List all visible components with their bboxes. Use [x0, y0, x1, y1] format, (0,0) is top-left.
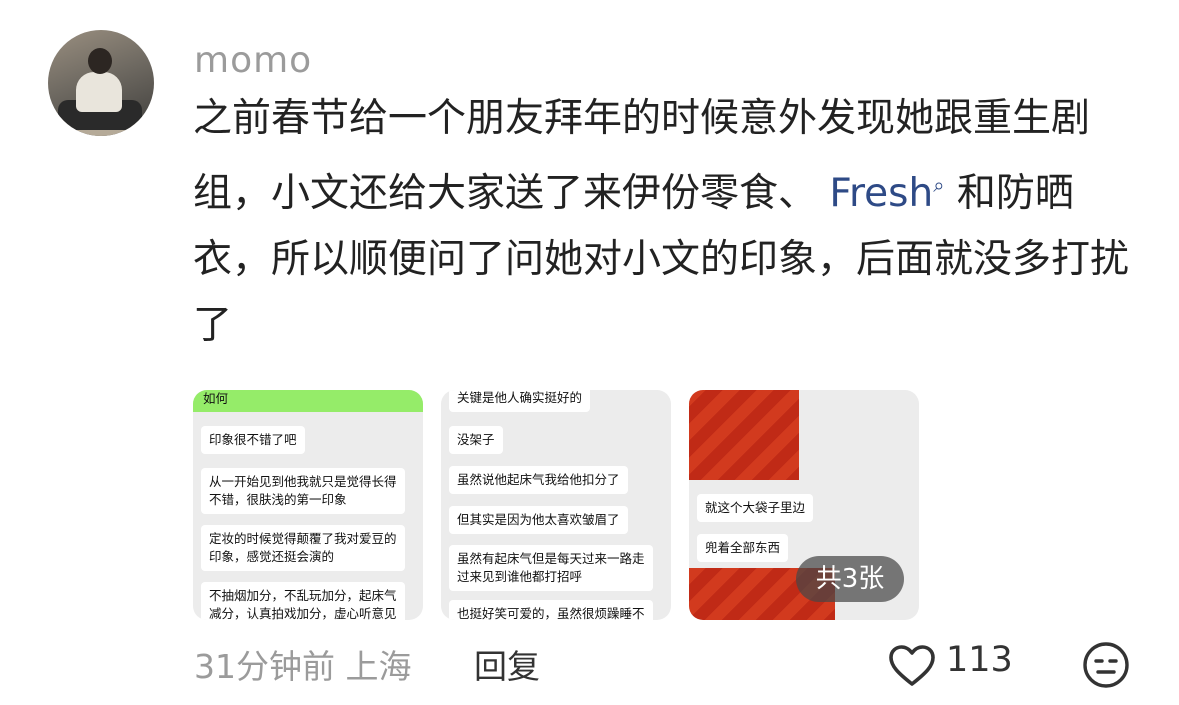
avatar-head	[88, 48, 112, 74]
chat-bubble: 虽然说他起床气我给他扣分了	[449, 466, 628, 494]
chat-bubble: 也挺好笑可爱的，虽然很烦躁睡不	[449, 600, 653, 620]
chat-bubble: 不抽烟加分，不乱玩加分，起床气 减分，认真拍戏加分，虚心听意见	[201, 582, 405, 620]
heart-outline-icon[interactable]	[888, 644, 936, 688]
chat-bubble: 但其实是因为他太喜欢皱眉了	[449, 506, 628, 534]
comment-text: 之前春节给一个朋友拜年的时候意外发现她跟重生剧组，小文还给大家送了来伊份零食、 …	[193, 86, 1143, 359]
username[interactable]: momo	[194, 40, 312, 81]
search-icon[interactable]: ⌕	[933, 173, 944, 197]
chat-bubble: 关键是他人确实挺好的	[449, 390, 591, 412]
fresh-link[interactable]: Fresh⌕	[829, 171, 944, 216]
red-bag-photo-top	[689, 390, 799, 480]
fresh-link-text[interactable]: Fresh	[829, 171, 933, 216]
image-thumbnail-1[interactable]: 如何 印象很不错了吧 从一开始见到他我就只是觉得长得 不错，很肤浅的第一印象 定…	[193, 390, 423, 620]
chat-bubble: 印象很不错了吧	[201, 426, 305, 454]
comment-time: 31分钟前	[194, 647, 335, 686]
image-count-badge[interactable]: 共3张	[796, 556, 904, 602]
comment-location: 上海	[345, 647, 412, 686]
avatar-figure	[76, 72, 122, 112]
chat-bubble: 兜着全部东西	[697, 534, 789, 562]
like-count: 113	[946, 640, 1013, 680]
chat-bubble: 从一开始见到他我就只是觉得长得 不错，很肤浅的第一印象	[201, 468, 405, 514]
chat-bubble: 虽然有起床气但是每天过来一路走 过来见到谁他都打招呼	[449, 545, 653, 591]
chat-top-bubble: 如何	[193, 390, 423, 412]
chat-bubble: 定妆的时候觉得颠覆了我对爱豆的 印象，感觉还挺会演的	[201, 525, 405, 571]
chat-bubble: 没架子	[449, 426, 503, 454]
image-thumbnail-2[interactable]: 关键是他人确实挺好的 没架子 虽然说他起床气我给他扣分了 但其实是因为他太喜欢皱…	[441, 390, 671, 620]
neutral-face-icon[interactable]	[1082, 641, 1130, 689]
reply-button[interactable]: 回复	[474, 640, 540, 688]
comment-meta: 31分钟前 上海	[194, 640, 412, 688]
chat-bubble: 就这个大袋子里边	[697, 494, 814, 522]
avatar[interactable]	[48, 30, 154, 136]
